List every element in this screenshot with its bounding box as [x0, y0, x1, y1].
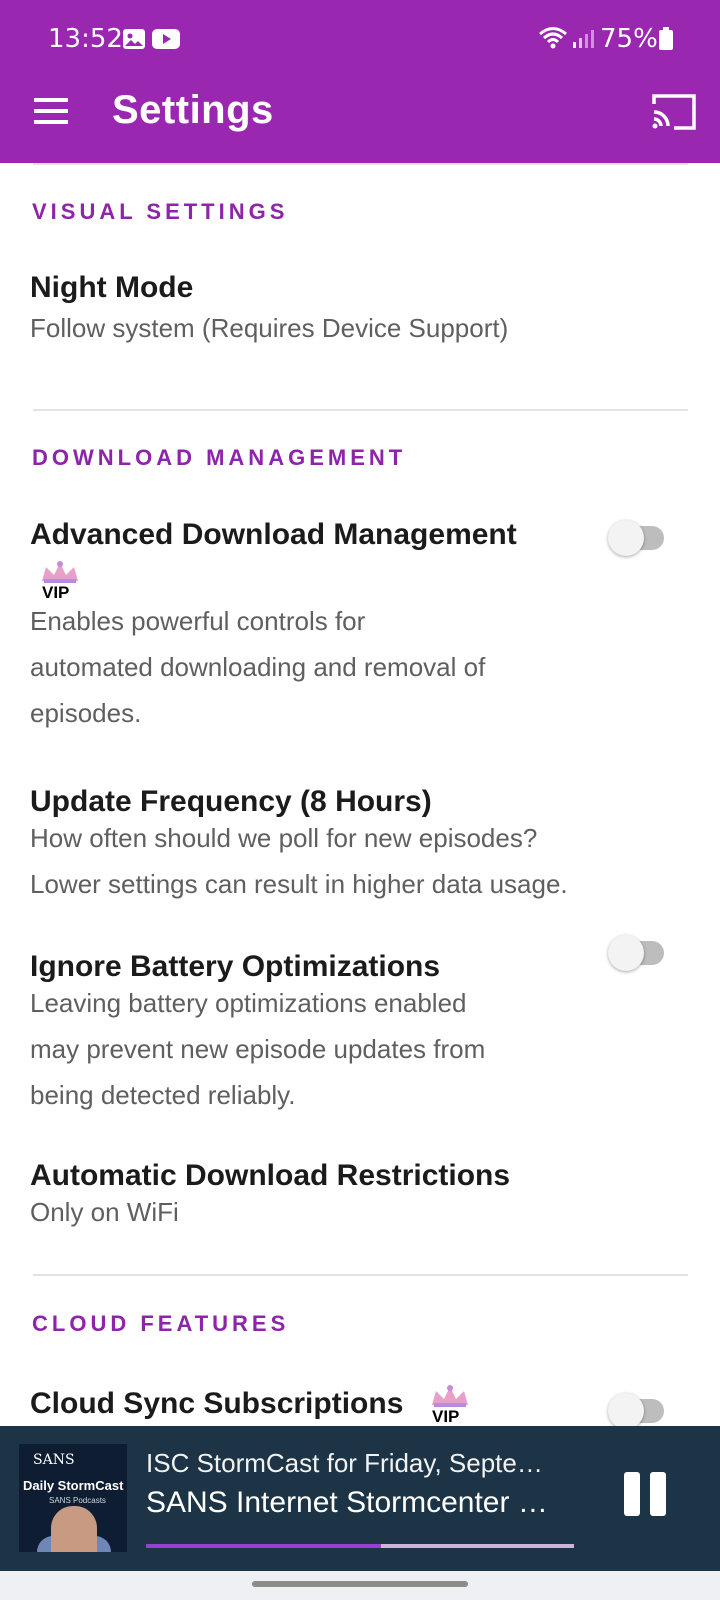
setting-subtitle-line: episodes.: [30, 698, 142, 728]
section-header-download: DOWNLOAD MANAGEMENT: [32, 445, 407, 470]
divider: [33, 163, 688, 165]
artwork-show: Daily StormCast: [23, 1478, 124, 1493]
setting-subtitle-line: Leaving battery optimizations enabled: [30, 988, 467, 1018]
episode-title: ISC StormCast for Friday, Septe…: [146, 1448, 543, 1478]
setting-title: Automatic Download Restrictions: [30, 1159, 511, 1192]
artwork-sub: SANS Podcasts: [49, 1496, 106, 1505]
battery-percent: 75%: [600, 24, 658, 54]
divider: [33, 1274, 688, 1276]
css-toggle[interactable]: [608, 1387, 670, 1429]
status-time: 13:52: [48, 24, 123, 54]
setting-subtitle: Follow system (Requires Device Support): [30, 313, 509, 343]
section-header-cloud: CLOUD FEATURES: [32, 1311, 290, 1336]
cast-icon[interactable]: [650, 90, 698, 134]
setting-subtitle-line: automated downloading and removal of: [30, 652, 486, 682]
setting-title: Advanced Download Management: [30, 518, 517, 551]
setting-title: Cloud Sync Subscriptions: [30, 1387, 404, 1420]
vip-label: VIP: [432, 1407, 460, 1426]
mini-player[interactable]: SANS Daily StormCast SANS Podcasts ISC S…: [0, 1426, 720, 1571]
toggle-thumb: [608, 1393, 644, 1429]
setting-subtitle-line: Enables powerful controls for: [30, 606, 366, 636]
wifi-icon: [538, 26, 568, 54]
setting-subtitle-line: How often should we poll for new episode…: [30, 823, 538, 853]
page-title: Settings: [112, 88, 274, 132]
section-header-visual: VISUAL SETTINGS: [32, 199, 289, 224]
setting-title: Update Frequency (8 Hours): [30, 785, 432, 818]
podcast-artwork: SANS Daily StormCast SANS Podcasts: [19, 1444, 127, 1552]
setting-subtitle: Only on WiFi: [30, 1197, 179, 1227]
progress-fill: [146, 1544, 382, 1548]
app-bar: 13:52 75% Settings: [0, 0, 720, 163]
pause-icon[interactable]: [622, 1472, 672, 1520]
status-bar: 13:52 75%: [0, 18, 720, 62]
ibo-toggle[interactable]: [608, 929, 670, 971]
battery-icon: [658, 26, 674, 56]
divider: [33, 409, 688, 411]
toggle-thumb: [608, 935, 644, 971]
home-gesture-handle[interactable]: [252, 1581, 468, 1587]
system-nav-bar: [0, 1571, 720, 1600]
setting-subtitle-line: Lower settings can result in higher data…: [30, 869, 568, 899]
gallery-icon: [122, 28, 146, 54]
setting-subtitle-line: may prevent new episode updates from: [30, 1034, 486, 1064]
setting-title: Ignore Battery Optimizations: [30, 950, 441, 983]
toggle-thumb: [608, 520, 644, 556]
playback-progress[interactable]: [146, 1544, 574, 1548]
podcast-name: SANS Internet Stormcenter …: [146, 1486, 548, 1519]
artwork-brand: SANS: [33, 1452, 75, 1468]
youtube-icon: [152, 28, 180, 54]
vip-crown-icon: VIP: [428, 1385, 472, 1429]
setting-subtitle-line: being detected reliably.: [30, 1080, 296, 1110]
signal-icon: [572, 28, 594, 54]
artwork-face: [51, 1506, 97, 1552]
adm-toggle[interactable]: [608, 514, 670, 556]
hamburger-menu-icon[interactable]: [28, 90, 76, 134]
setting-title: Night Mode: [30, 271, 194, 304]
